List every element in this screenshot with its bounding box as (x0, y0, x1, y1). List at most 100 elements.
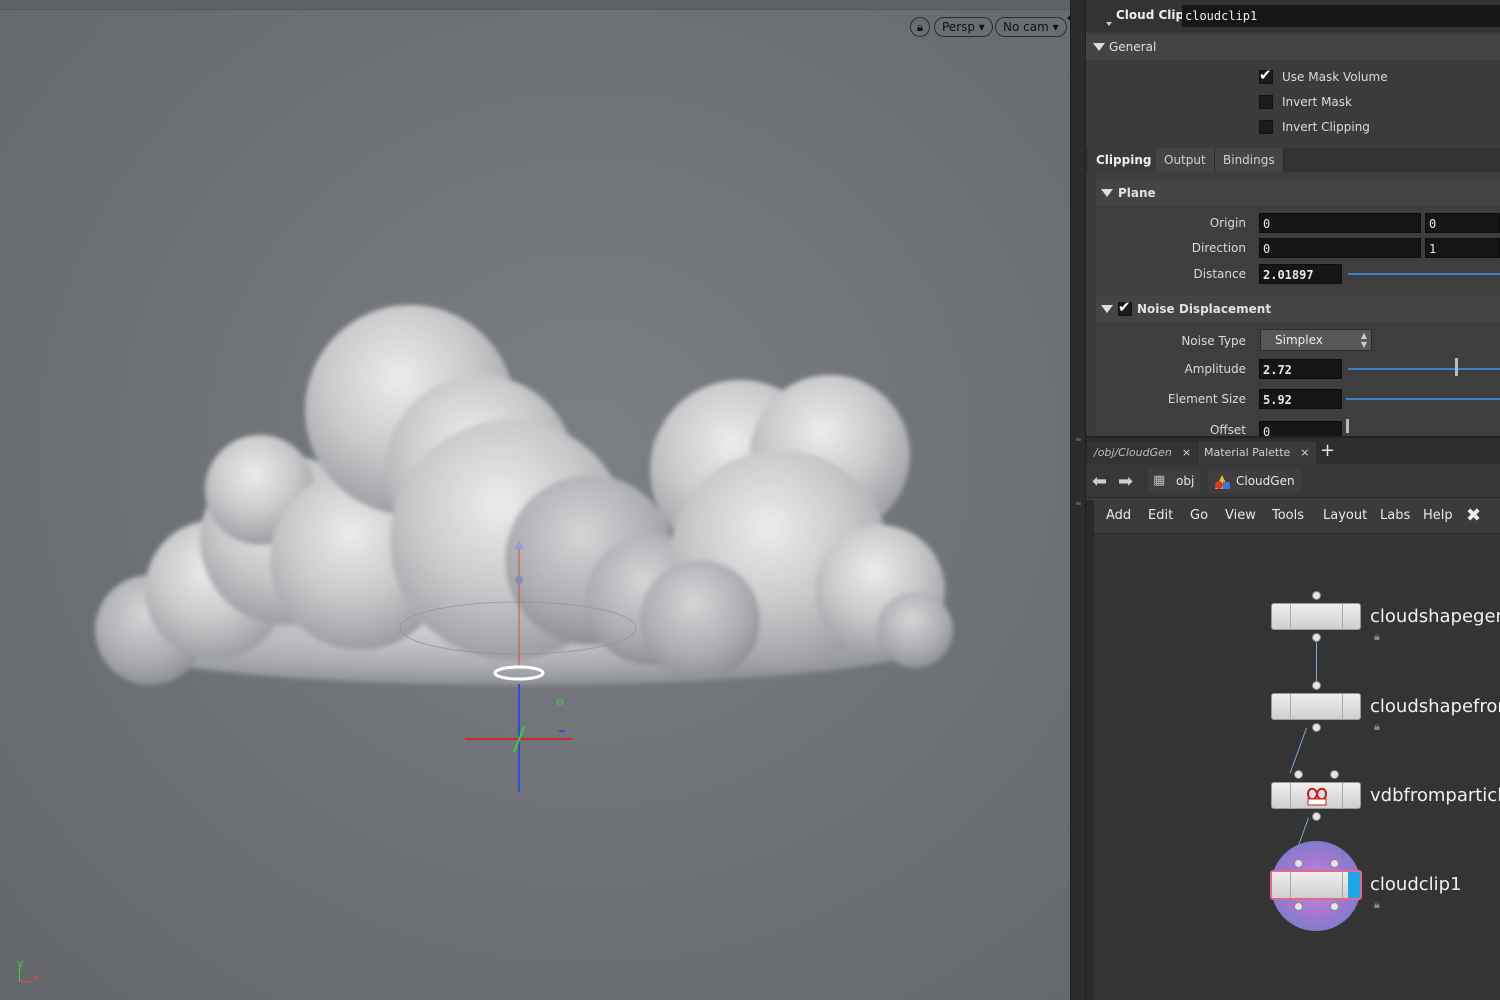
noise-displacement-label: Noise Displacement (1137, 302, 1272, 316)
operator-name-field[interactable]: cloudclip1 (1182, 5, 1500, 27)
obj-folder-icon: ▦ (1153, 473, 1166, 488)
output-port[interactable] (1312, 633, 1321, 642)
network-menu-bar: Add Edit Go View Tools Layout Labs Help … (1086, 498, 1500, 534)
display-flag-icon[interactable] (1348, 872, 1360, 898)
breadcrumb-obj-label: obj (1176, 474, 1195, 488)
menu-tools[interactable]: Tools (1272, 508, 1304, 523)
input-port[interactable] (1294, 770, 1303, 779)
general-section-label: General (1109, 40, 1157, 54)
tab-clipping[interactable]: Clipping (1088, 148, 1161, 172)
origin-y-field[interactable]: 0 (1425, 213, 1500, 233)
output-port[interactable] (1330, 902, 1339, 911)
element-size-field[interactable]: 5.92 (1259, 389, 1342, 409)
distance-label: Distance (1193, 267, 1246, 281)
axis-y-label: y (17, 957, 24, 970)
distance-slider[interactable] (1348, 273, 1500, 275)
axis-y-indicator (19, 968, 20, 982)
network-tab-bar: /obj/CloudGen × Material Palette × + (1086, 436, 1500, 466)
header-menu-icon[interactable] (1106, 22, 1112, 26)
tab-obj-cloudgen[interactable]: /obj/CloudGen × (1088, 442, 1198, 466)
amplitude-slider[interactable] (1348, 368, 1500, 370)
invert-mask-checkbox[interactable] (1259, 95, 1273, 109)
menu-go[interactable]: Go (1190, 508, 1208, 523)
network-editor[interactable]: cloudshapegen 🔒︎ cloudshapefrom 🔒︎ vdbfr… (1086, 534, 1500, 1000)
distance-field[interactable]: 2.01897 (1259, 264, 1342, 284)
network-scrollbar[interactable] (1086, 500, 1094, 1000)
wrench-screwdriver-icon[interactable]: ✖ (1466, 505, 1481, 526)
back-arrow-icon[interactable]: ⬅ (1092, 471, 1107, 492)
output-port[interactable] (1312, 723, 1321, 732)
geometry-icon (1215, 475, 1230, 489)
menu-help[interactable]: Help (1423, 508, 1453, 523)
menu-edit[interactable]: Edit (1148, 508, 1173, 523)
parameter-header: Cloud Clip cloudclip1 (1086, 0, 1500, 32)
invert-clipping-label: Invert Clipping (1282, 120, 1370, 134)
lock-icon: 🔒︎ (1374, 898, 1380, 911)
offset-field[interactable]: 0 (1259, 421, 1342, 436)
splitter-grip[interactable] (1076, 502, 1081, 505)
pane-splitter[interactable] (1070, 0, 1086, 1000)
axis-x-label: x (32, 971, 39, 984)
wire (1316, 638, 1317, 686)
parameter-editor: Cloud Clip cloudclip1 General ✔ Use Mask… (1086, 0, 1500, 436)
amplitude-field[interactable]: 2.72 (1259, 359, 1342, 379)
noise-type-dropdown[interactable]: Simplex ▲ ▼ (1260, 329, 1372, 351)
node-cloudclip1[interactable] (1270, 870, 1362, 900)
direction-y-field[interactable]: 1 (1425, 238, 1500, 258)
direction-label: Direction (1191, 241, 1246, 255)
tab-obj-cloudgen-label: /obj/CloudGen (1094, 446, 1172, 459)
network-path-bar: ⬅ ➡ ▦ obj CloudGen (1086, 464, 1500, 498)
breadcrumb-obj[interactable]: ▦ obj (1148, 469, 1201, 493)
noise-type-label: Noise Type (1181, 334, 1246, 348)
menu-add[interactable]: Add (1106, 508, 1131, 523)
amplitude-slider-handle[interactable] (1455, 358, 1458, 376)
node-label: cloudshapefrom (1370, 696, 1500, 717)
plane-section-header[interactable]: Plane (1096, 180, 1500, 206)
lock-icon: 🔒︎ (1374, 720, 1380, 733)
invert-clipping-checkbox[interactable] (1259, 120, 1273, 134)
menu-view[interactable]: View (1225, 508, 1256, 523)
tab-material-palette[interactable]: Material Palette × (1198, 442, 1316, 466)
checkmark-icon: ✔ (1259, 66, 1272, 84)
output-port[interactable] (1312, 812, 1321, 821)
add-tab-icon[interactable]: + (1320, 441, 1335, 461)
node-cloudshapegen[interactable] (1271, 603, 1361, 630)
input-port[interactable] (1312, 591, 1321, 600)
use-mask-volume-checkbox[interactable]: ✔ (1259, 66, 1273, 84)
menu-labs[interactable]: Labs (1380, 508, 1410, 523)
use-mask-volume-label: Use Mask Volume (1282, 70, 1388, 84)
splitter-grip[interactable] (1076, 438, 1081, 441)
origin-label: Origin (1209, 216, 1246, 230)
close-icon[interactable]: × (1300, 446, 1309, 459)
node-cloudshapefrom[interactable] (1271, 693, 1361, 720)
tab-bindings[interactable]: Bindings (1215, 148, 1284, 172)
breadcrumb-cloudgen[interactable]: CloudGen (1208, 469, 1301, 493)
plane-section-label: Plane (1118, 186, 1156, 200)
scene-viewport[interactable]: 🔒︎ Persp ▾ No cam ▾ y x (0, 0, 1070, 1000)
cloud-shape (95, 305, 953, 685)
noise-displacement-checkbox[interactable]: ✔ (1118, 299, 1132, 316)
input-port[interactable] (1330, 859, 1339, 868)
collapse-triangle-icon (1093, 43, 1105, 51)
direction-x-field[interactable]: 0 (1259, 238, 1421, 258)
collapse-triangle-icon (1101, 189, 1113, 197)
node-vdbfromparticle[interactable] (1271, 782, 1361, 809)
close-icon[interactable]: × (1182, 446, 1191, 459)
input-port[interactable] (1330, 770, 1339, 779)
general-section-header[interactable]: General (1086, 34, 1500, 60)
offset-label: Offset (1209, 423, 1246, 436)
forward-arrow-icon[interactable]: ➡ (1118, 471, 1133, 492)
invert-mask-label: Invert Mask (1282, 95, 1352, 109)
element-size-slider[interactable] (1346, 398, 1500, 400)
input-port[interactable] (1294, 859, 1303, 868)
tab-output[interactable]: Output (1156, 148, 1215, 172)
offset-slider-handle[interactable] (1346, 419, 1349, 433)
input-port[interactable] (1312, 681, 1321, 690)
menu-layout[interactable]: Layout (1323, 508, 1367, 523)
output-port[interactable] (1294, 902, 1303, 911)
element-size-label: Element Size (1167, 392, 1246, 406)
wire (1289, 727, 1307, 774)
origin-x-field[interactable]: 0 (1259, 213, 1421, 233)
operator-type: Cloud Clip (1116, 8, 1185, 22)
noise-displacement-section-header[interactable]: ✔ Noise Displacement (1096, 296, 1500, 322)
